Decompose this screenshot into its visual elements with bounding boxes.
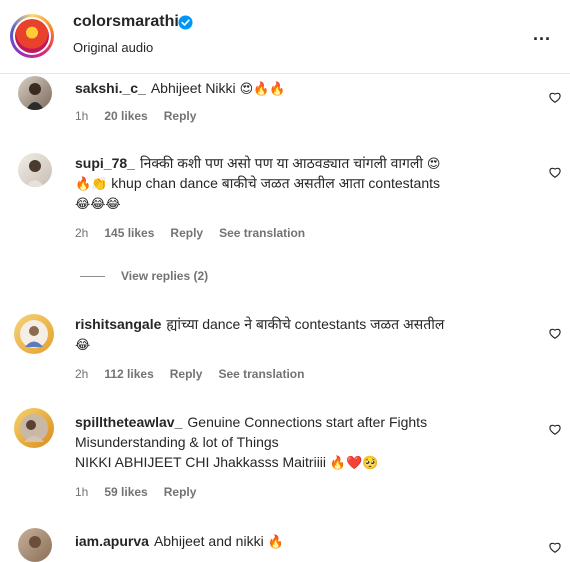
comment-emoji: 😍 [426, 156, 441, 172]
comment-username[interactable]: supi_78_ [75, 155, 135, 171]
comment-body: spilltheteawlav_ Genuine Connections star… [75, 412, 520, 502]
see-translation-link[interactable]: See translation [219, 223, 305, 243]
audio-label[interactable]: Original audio [73, 40, 153, 55]
comment-body: supi_78_ निक्की कशी पण असो पण या आठवड्यात… [75, 153, 520, 243]
comment-username[interactable]: rishitsangale [75, 316, 161, 332]
comment-meta: 2h 145 likes Reply See translation [75, 223, 520, 243]
channel-username[interactable]: colorsmarathi [73, 13, 179, 31]
more-options-icon[interactable]: ... [533, 24, 551, 45]
comment-emojis: 🔥 [267, 534, 284, 550]
comment-username[interactable]: sakshi._c_ [75, 80, 146, 96]
comment-emojis: 🔥❤️🥺 [329, 455, 379, 471]
comment-body: rishitsangale ह्यांच्या dance ने बाकीचे c… [75, 314, 520, 384]
comment-text-line1: निक्की कशी पण असो पण या आठवड्यात चांगली … [139, 155, 424, 171]
commenter-avatar[interactable] [18, 528, 52, 562]
like-heart-icon[interactable] [548, 90, 562, 104]
comment-likes[interactable]: 145 likes [104, 223, 154, 243]
like-heart-icon[interactable] [548, 422, 562, 436]
view-replies-label[interactable]: View replies (2) [121, 269, 208, 283]
verified-badge-icon [178, 15, 193, 30]
comment-text-line1: Genuine Connections start after Fights [187, 414, 428, 430]
comment-time: 1h [75, 485, 89, 499]
see-translation-link[interactable]: See translation [218, 364, 304, 384]
comment-text: Abhijeet and nikki [153, 533, 264, 549]
comment-body: sakshi._c_ Abhijeet Nikki 😍🔥🔥 1h 20 likes… [75, 78, 520, 126]
comment-emojis: 😂 [75, 337, 91, 353]
reel-header: colorsmarathi Original audio ... [0, 0, 570, 74]
reply-button[interactable]: Reply [164, 106, 197, 126]
comment-likes[interactable]: 59 likes [104, 482, 147, 502]
reply-button[interactable]: Reply [170, 364, 203, 384]
like-heart-icon[interactable] [548, 165, 562, 179]
comment-username[interactable]: spilltheteawlav_ [75, 414, 182, 430]
comment-text-line2: Misunderstanding & lot of Things [75, 434, 279, 450]
comment-time: 1h [75, 109, 89, 123]
commenter-avatar[interactable] [14, 314, 54, 354]
comment-text-line2: khup chan dance बाकीचे जळत असतील आता con… [111, 175, 441, 191]
replies-divider [80, 276, 105, 278]
commenter-avatar[interactable] [18, 76, 52, 110]
comment-meta: 2h 112 likes Reply See translation [75, 364, 520, 384]
comment-likes[interactable]: 112 likes [104, 364, 153, 384]
comment-likes[interactable]: 20 likes [104, 106, 147, 126]
reply-button[interactable]: Reply [164, 482, 197, 502]
comment-body: iam.apurva Abhijeet and nikki 🔥 [75, 531, 520, 551]
channel-avatar[interactable] [10, 14, 54, 58]
like-heart-icon[interactable] [548, 326, 562, 340]
comment-text: ह्यांच्या dance ने बाकीचे contestants जळ… [166, 316, 445, 332]
commenter-avatar[interactable] [14, 408, 54, 448]
reply-button[interactable]: Reply [170, 223, 203, 243]
colors-marathi-logo [15, 19, 49, 53]
commenter-avatar[interactable] [18, 153, 52, 187]
view-replies-button[interactable]: View replies (2) [80, 269, 208, 283]
comment-meta: 1h 59 likes Reply [75, 482, 520, 502]
comment-meta: 1h 20 likes Reply [75, 106, 520, 126]
comment-username[interactable]: iam.apurva [75, 533, 149, 549]
comment-time: 2h [75, 367, 89, 381]
comment-time: 2h [75, 226, 89, 240]
comment-text-line3: NIKKI ABHIJEET CHI Jhakkasss Maitriiii [75, 454, 327, 470]
comment-text: Abhijeet Nikki [150, 80, 236, 96]
comment-emojis: 😍🔥🔥 [239, 81, 286, 97]
comment-emojis: 🔥👏 [75, 176, 108, 192]
comment-emojis: 😂😂😂 [75, 196, 121, 212]
